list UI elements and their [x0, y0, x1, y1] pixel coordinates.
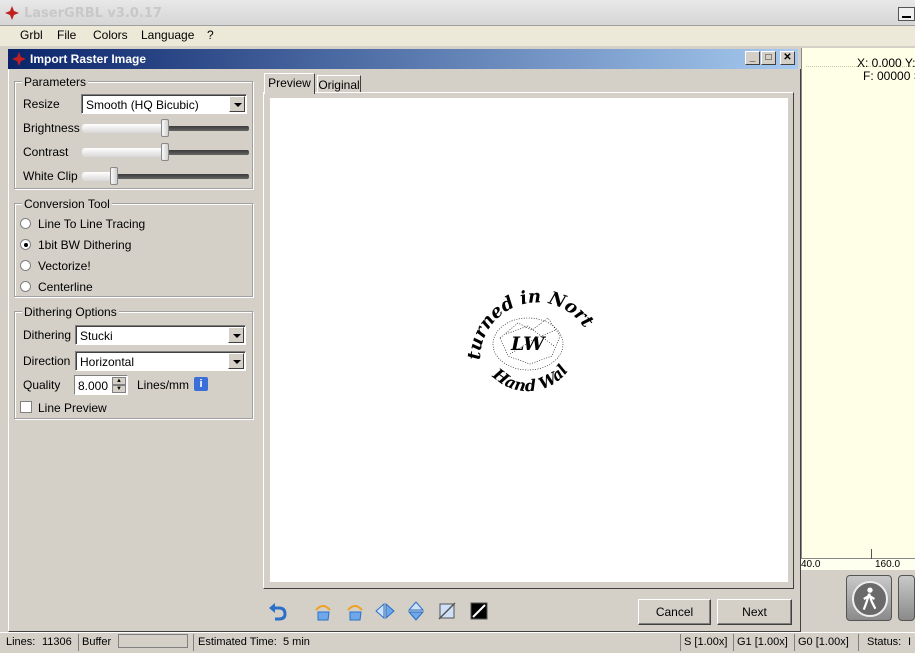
ruler: 40.0 160.0: [801, 549, 915, 570]
whiteclip-label: White Clip: [23, 169, 78, 183]
ruler-tick-right: 160.0: [875, 559, 901, 570]
minimize-button[interactable]: [898, 7, 915, 21]
menu-language[interactable]: Language: [141, 28, 194, 42]
quality-stepper[interactable]: 8.000 ▲ ▼: [74, 375, 128, 395]
dithering-select[interactable]: Stucki: [75, 325, 246, 345]
line-preview-label[interactable]: Line Preview: [38, 401, 107, 415]
next-button[interactable]: Next: [717, 599, 792, 625]
laser-dialog-icon: [12, 52, 26, 66]
option-line-to-line[interactable]: Line To Line Tracing: [38, 217, 145, 231]
menu-grbl[interactable]: Grbl: [20, 28, 43, 42]
menu-file[interactable]: File: [57, 28, 76, 42]
stamp-monogram: LW: [510, 333, 546, 355]
menu-colors[interactable]: Colors: [93, 28, 128, 42]
dialog-title: Import Raster Image: [30, 52, 147, 66]
hold-button[interactable]: [898, 575, 915, 621]
cancel-button[interactable]: Cancel: [638, 599, 711, 625]
resize-label: Resize: [23, 97, 60, 111]
rotate-left-icon[interactable]: [312, 600, 334, 622]
brightness-slider-thumb[interactable]: [161, 119, 169, 137]
tab-original[interactable]: Original: [317, 75, 361, 93]
whiteclip-slider[interactable]: [116, 174, 249, 179]
direction-select[interactable]: Horizontal: [75, 351, 246, 371]
brightness-label: Brightness: [23, 121, 80, 135]
contrast-slider[interactable]: [166, 150, 249, 155]
buffer-label: Buffer: [82, 636, 112, 648]
status-value: I: [908, 636, 912, 648]
radio-centerline[interactable]: [20, 281, 31, 292]
walk-button[interactable]: [846, 575, 892, 621]
brightness-slider[interactable]: [166, 126, 249, 131]
coord-readout: X: 0.000 Y: 0: [857, 56, 915, 70]
menubar: Grbl File Colors Language ?: [0, 26, 915, 46]
feed-readout: F: 00000 S: [863, 69, 915, 83]
whiteclip-slider-thumb[interactable]: [110, 167, 118, 185]
flip-vertical-icon[interactable]: [405, 600, 427, 622]
rotate-right-icon[interactable]: [344, 600, 366, 622]
preview-canvas: turned in North Hand Wales LW: [263, 82, 788, 582]
dithering-label: Dithering: [23, 328, 72, 342]
app-titlebar: LaserGRBL v3.0.17: [0, 0, 915, 26]
lines-label: Lines:: [6, 636, 36, 648]
undo-icon[interactable]: [267, 600, 289, 622]
dialog-maximize-button[interactable]: □: [761, 51, 776, 65]
direction-label: Direction: [23, 354, 71, 368]
chevron-down-icon[interactable]: [229, 96, 245, 112]
line-preview-checkbox[interactable]: [20, 401, 32, 413]
radio-vectorize[interactable]: [20, 260, 31, 271]
quality-value[interactable]: 8.000: [78, 379, 108, 393]
quality-label: Quality: [23, 378, 61, 392]
ruler-tick-left: 40.0: [801, 559, 821, 570]
laser-app-icon: [5, 6, 19, 20]
speed-g1[interactable]: G1 [1.00x]: [737, 636, 788, 648]
resize-select[interactable]: Smooth (HQ Bicubic): [81, 94, 247, 114]
app-title: LaserGRBL v3.0.17: [24, 6, 162, 21]
dialog-titlebar: Import Raster Image: [8, 49, 798, 69]
estimated-label: Estimated Time:: [198, 636, 277, 648]
radio-line-to-line[interactable]: [20, 218, 31, 229]
option-centerline[interactable]: Centerline: [38, 280, 93, 294]
stamp-top-text: turned in North: [270, 98, 598, 360]
speed-s[interactable]: S [1.00x]: [684, 636, 727, 648]
direction-value: Horizontal: [80, 355, 135, 369]
resize-value: Smooth (HQ Bicubic): [86, 98, 199, 112]
chevron-down-icon[interactable]: [228, 353, 244, 369]
estimated-value: 5 min: [283, 636, 310, 648]
status-label: Status:: [867, 636, 902, 648]
conversion-legend: Conversion Tool: [22, 197, 112, 211]
option-vectorize[interactable]: Vectorize!: [38, 259, 91, 273]
contrast-slider-thumb[interactable]: [161, 143, 169, 161]
dithering-legend: Dithering Options: [22, 305, 119, 319]
dialog-close-button[interactable]: ✕: [780, 51, 795, 65]
crop-icon[interactable]: [436, 600, 458, 622]
stamp-preview: turned in North Hand Wales LW: [263, 82, 598, 395]
preview-panel: [801, 48, 915, 568]
menu-help[interactable]: ?: [207, 28, 214, 42]
radio-bw-dithering[interactable]: [20, 239, 31, 250]
info-icon[interactable]: i: [194, 377, 208, 391]
tab-preview[interactable]: Preview: [264, 73, 315, 94]
speed-g0[interactable]: G0 [1.00x]: [798, 636, 849, 648]
chevron-down-icon[interactable]: [228, 327, 244, 343]
contrast-label: Contrast: [23, 145, 69, 159]
quality-unit: Lines/mm: [137, 378, 190, 392]
option-bw-dithering[interactable]: 1bit BW Dithering: [38, 238, 131, 252]
lines-value: 11306: [42, 636, 72, 648]
buffer-progress: [118, 634, 188, 648]
walk-icon: [862, 587, 877, 611]
stepper-down-icon[interactable]: ▼: [112, 385, 126, 393]
stepper-up-icon[interactable]: ▲: [112, 377, 126, 385]
dialog-minimize-button[interactable]: _: [745, 51, 760, 65]
invert-icon[interactable]: [468, 600, 490, 622]
flip-horizontal-icon[interactable]: [374, 600, 396, 622]
dithering-value: Stucki: [80, 329, 113, 343]
parameters-legend: Parameters: [22, 75, 89, 89]
